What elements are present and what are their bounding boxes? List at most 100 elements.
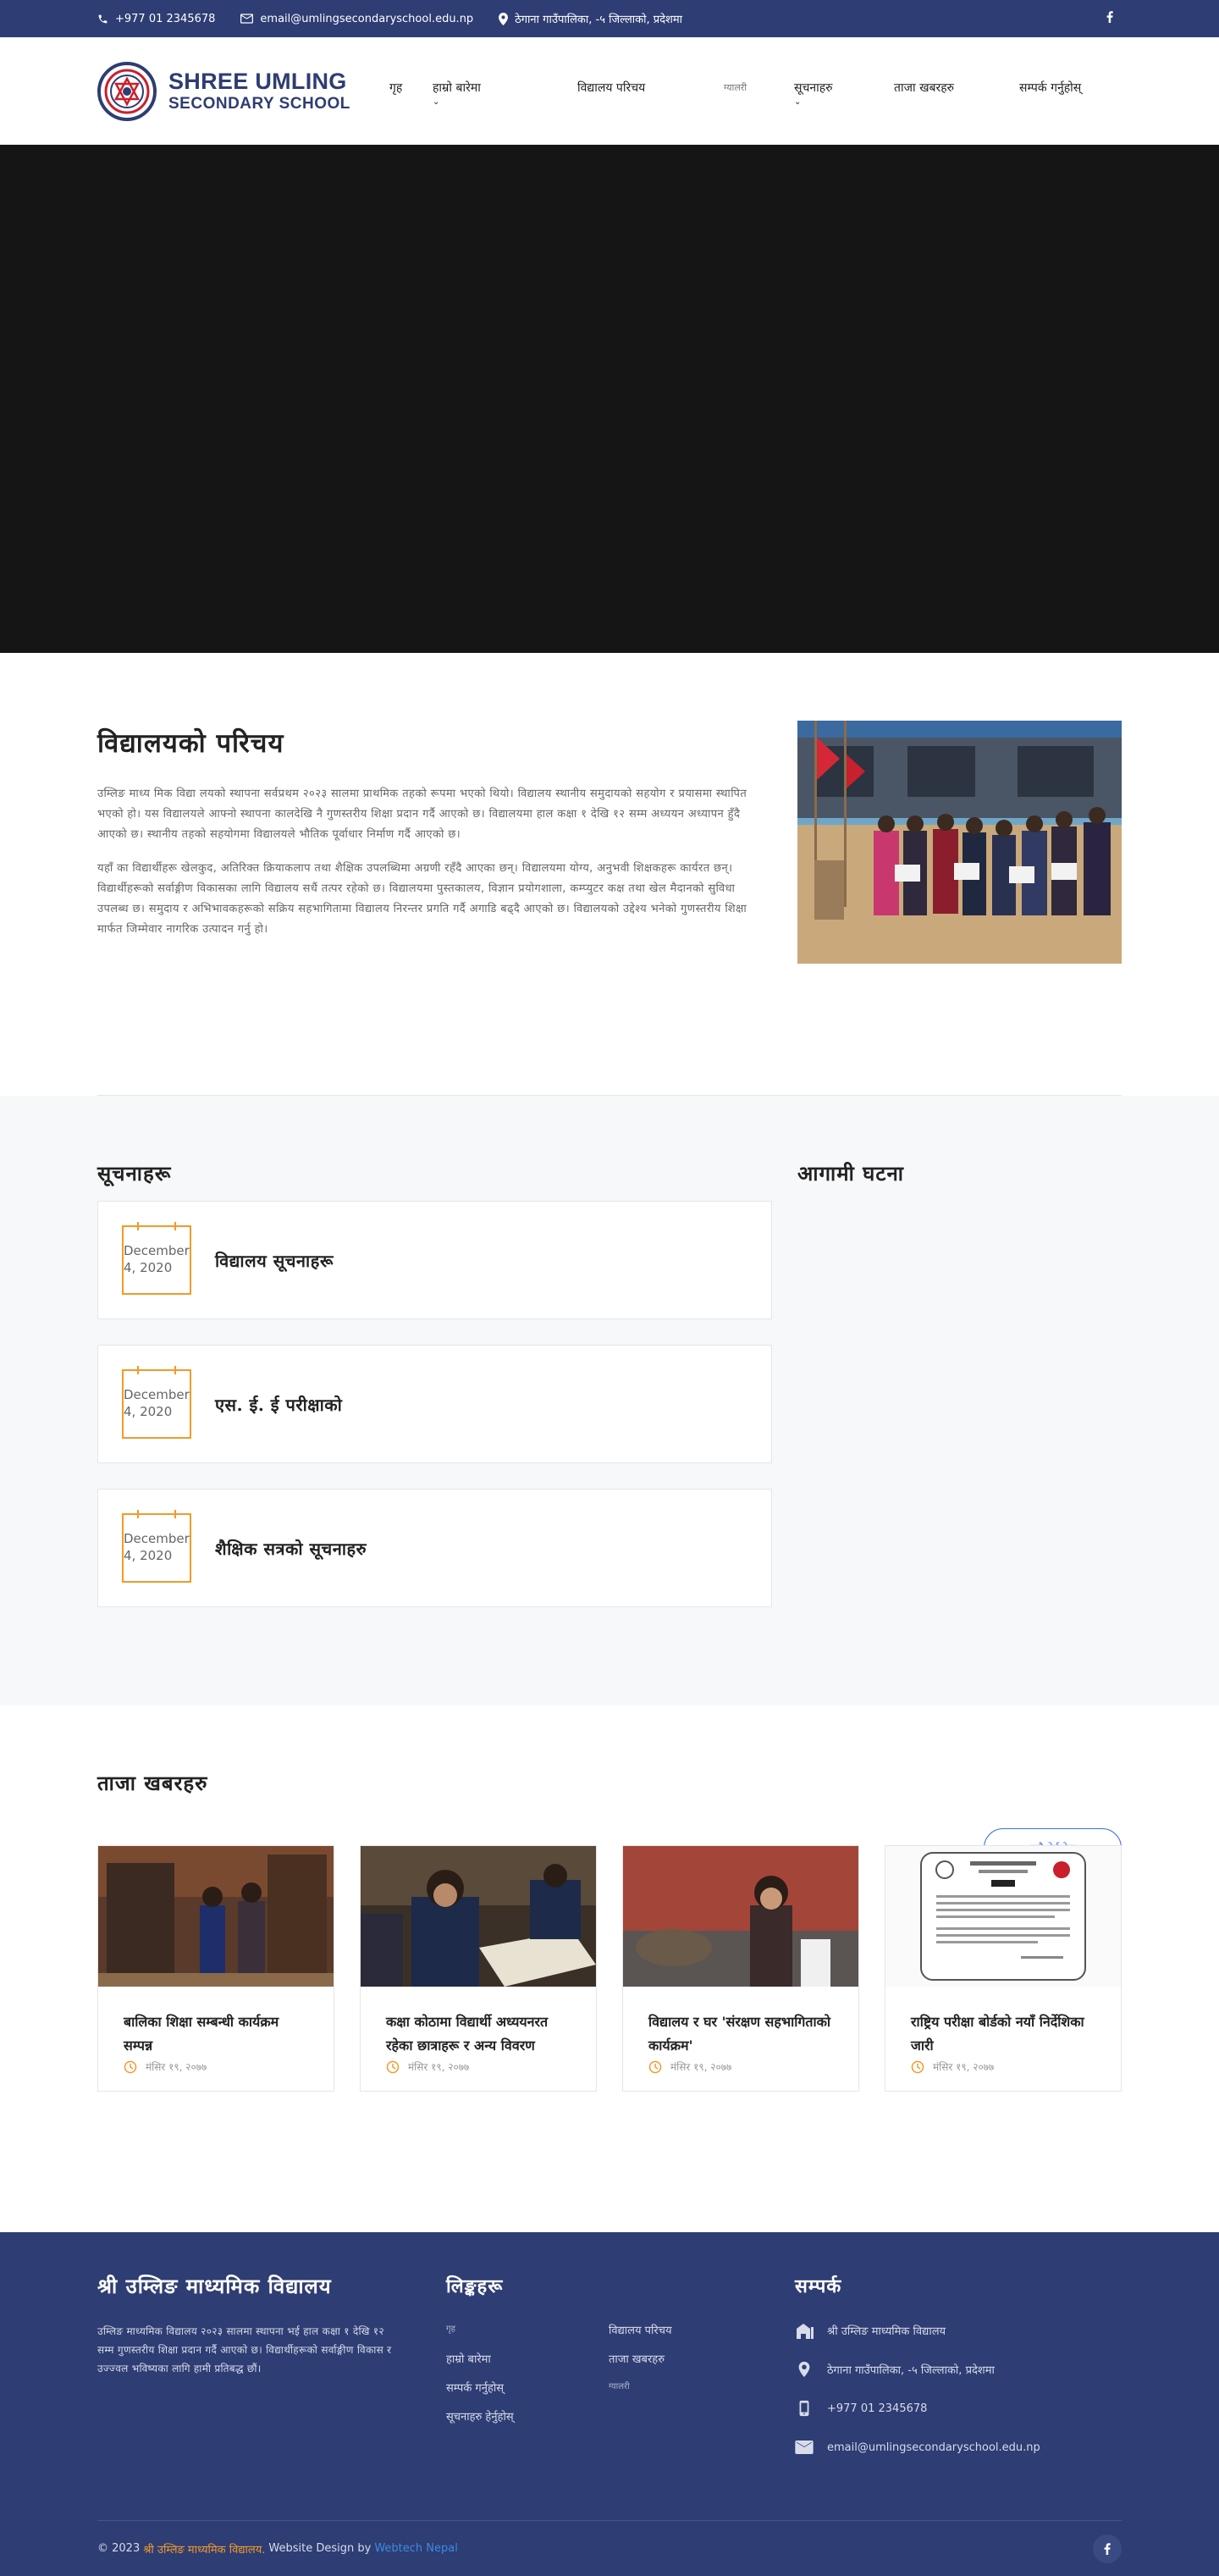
footer-contact-address: ठेगाना गाउँपालिका, -५ जिल्लाको, प्रदेशमा	[795, 2361, 1040, 2378]
logo-subtitle: SECONDARY SCHOOL	[168, 95, 350, 113]
nav-intro[interactable]: विद्यालय परिचय	[577, 78, 696, 98]
news-headline: विद्यालय र घर 'संरक्षण सहभागिताको कार्यक…	[648, 2014, 831, 2054]
logo-title: SHREE UMLING	[168, 69, 347, 94]
news-card[interactable]: विद्यालय र घर 'संरक्षण सहभागिताको कार्यक…	[622, 1845, 859, 2092]
notice-date: December 4, 2020	[124, 1387, 190, 1419]
notice-item[interactable]: December 4, 2020 शैक्षिक सत्रको सूचनाहरु	[97, 1489, 772, 1607]
nav-intro-label: विद्यालय परिचय	[577, 80, 646, 95]
about-paragraph-2: यहाँ का विद्यार्थीहरू खेलकुद, अतिरिक्त क…	[97, 862, 747, 936]
news-date: मंसिर १९, २०७७	[146, 2061, 207, 2073]
nav-news[interactable]: ताजा खबरहरु	[894, 78, 991, 98]
topbar-address-text: ठेगाना गाउँपालिका, -५ जिल्लाको, प्रदेशमा	[515, 14, 683, 26]
topbar-phone-text: +977 01 2345678	[115, 12, 216, 25]
topbar-email-text: email@umlingsecondaryschool.edu.np	[260, 12, 474, 25]
facebook-icon	[1104, 2542, 1111, 2555]
notice-item[interactable]: December 4, 2020 विद्यालय सूचनाहरू	[97, 1201, 772, 1319]
footer-bottom-bar: © 2023 श्री उम्लिङ माध्यमिक विद्यालय. We…	[97, 2520, 1122, 2576]
notice-title: एस. ई. ई परीक्षाको	[215, 1394, 343, 1415]
footer-contact-email[interactable]: email@umlingsecondaryschool.edu.np	[795, 2439, 1040, 2456]
nav-contact-label: सम्पर्क गर्नुहोस्	[1019, 80, 1082, 95]
footer-contact-title: सम्पर्क	[795, 2275, 842, 2297]
footer-contact-phone[interactable]: +977 01 2345678	[795, 2400, 1040, 2417]
footer-link-notices[interactable]: सूचनाहरु हेर्नुहोस्	[446, 2408, 609, 2424]
clock-icon	[911, 2060, 924, 2073]
nav-gallery-label: ग्यालरी	[724, 81, 747, 93]
footer-description: उम्लिङ माध्यमिक विद्यालय २०२३ सालमा स्था…	[97, 2325, 392, 2374]
footer-facebook-button[interactable]	[1093, 2534, 1122, 2563]
topbar-email[interactable]: email@umlingsecondaryschool.edu.np	[240, 13, 473, 25]
nav-news-label: ताजा खबरहरु	[894, 80, 955, 95]
about-section: विद्यालयको परिचय उम्लिङ माध्य मिक विद्या…	[0, 653, 1219, 1095]
footer-links-title: लिङ्कहरू	[446, 2275, 504, 2297]
news-headline: राष्ट्रिय परीक्षा बोर्डको नयाँ निर्देशिक…	[911, 2014, 1084, 2054]
news-card[interactable]: राष्ट्रिय परीक्षा बोर्डको नयाँ निर्देशिक…	[885, 1845, 1122, 2092]
main-nav: गृह हाम्रो बारेमा ⌄ विद्यालय परिचय ग्यालर…	[389, 78, 1104, 107]
facebook-link[interactable]	[1106, 11, 1113, 26]
nav-notices-label: सूचनाहरु	[794, 80, 833, 95]
news-photo	[623, 1846, 858, 1987]
news-date: मंसिर १९, २०७७	[670, 2061, 732, 2073]
news-headline: कक्षा कोठामा विद्यार्थी अध्ययनरत रहेका छ…	[386, 2014, 549, 2054]
email-icon	[240, 14, 254, 24]
news-photo	[885, 1846, 1121, 1987]
footer-contact-email-text: email@umlingsecondaryschool.edu.np	[827, 2441, 1040, 2454]
hero-banner	[0, 145, 1219, 653]
nav-home[interactable]: गृह	[389, 78, 405, 98]
footer-link-contact[interactable]: सम्पर्क गर्नुहोस्	[446, 2380, 609, 2395]
footer-contact-name: श्री उम्लिङ माध्यमिक विद्यालय	[795, 2322, 1040, 2339]
nav-contact[interactable]: सम्पर्क गर्नुहोस्	[1019, 78, 1104, 98]
notice-title: शैक्षिक सत्रको सूचनाहरु	[215, 1538, 367, 1559]
footer-contact-name-text: श्री उम्लिङ माध्यमिक विद्यालय	[827, 2325, 946, 2338]
news-card[interactable]: कक्षा कोठामा विद्यार्थी अध्ययनरत रहेका छ…	[360, 1845, 597, 2092]
events-column: आगामी घटना	[797, 1159, 904, 1633]
school-emblem-icon	[97, 61, 157, 121]
clock-icon	[124, 2060, 137, 2073]
topbar-phone[interactable]: +977 01 2345678	[97, 13, 215, 25]
nav-about[interactable]: हाम्रो बारेमा ⌄	[433, 78, 549, 107]
chevron-down-icon: ⌄	[794, 97, 802, 107]
facebook-icon	[1106, 11, 1113, 23]
notice-item[interactable]: December 4, 2020 एस. ई. ई परीक्षाको	[97, 1345, 772, 1463]
nav-notices[interactable]: सूचनाहरु ⌄	[794, 78, 866, 107]
footer-school-name: श्री उम्लिङ माध्यमिक विद्यालय	[97, 2274, 332, 2298]
news-date: मंसिर १९, २०७७	[933, 2061, 995, 2073]
footer-link-about[interactable]: हाम्रो बारेमा	[446, 2351, 609, 2366]
location-icon	[798, 2361, 810, 2378]
calendar-icon: December 4, 2020	[122, 1366, 191, 1439]
designer-link[interactable]: Webtech Nepal	[374, 2542, 458, 2555]
news-date: मंसिर १९, २०७७	[408, 2061, 470, 2073]
school-logo[interactable]: SHREE UMLING SECONDARY SCHOOL	[97, 61, 389, 121]
mobile-icon	[799, 2400, 809, 2417]
email-icon	[795, 2441, 814, 2454]
calendar-icon: December 4, 2020	[122, 1222, 191, 1295]
about-title: विद्यालयको परिचय	[97, 728, 284, 759]
clock-icon	[648, 2060, 662, 2073]
footer-link-intro[interactable]: विद्यालय परिचय	[609, 2322, 771, 2337]
news-section: ताजा खबरहरु सबै हेर्नुहोस् बालिका शिक्षा	[0, 1705, 1219, 2232]
notice-title: विद्यालय सूचनाहरू	[215, 1250, 334, 1271]
news-grid: बालिका शिक्षा सम्बन्धी कार्यक्रम सम्पन्न…	[97, 1845, 1122, 2092]
news-photo	[98, 1846, 334, 1987]
nav-about-label: हाम्रो बारेमा	[433, 80, 481, 95]
top-bar: +977 01 2345678 email@umlingsecondarysch…	[0, 0, 1219, 37]
chevron-down-icon: ⌄	[433, 97, 440, 107]
notices-section: सूचनाहरू December 4, 2020 विद्यालय सूचना…	[0, 1096, 1219, 1705]
copyright-school-link[interactable]: श्री उम्लिङ माध्यमिक विद्यालय.	[143, 2541, 265, 2557]
footer-contact-address-text: ठेगाना गाउँपालिका, -५ जिल्लाको, प्रदेशमा	[827, 2364, 995, 2377]
news-photo	[361, 1846, 596, 1987]
students-photo	[797, 721, 1122, 964]
footer-link-gallery[interactable]: ग्यालरी	[609, 2380, 771, 2395]
building-icon	[797, 2324, 814, 2339]
footer-link-news[interactable]: ताजा खबरहरु	[609, 2351, 771, 2366]
nav-gallery[interactable]: ग्यालरी	[724, 78, 766, 98]
about-paragraph-1: उम्लिङ माध्य मिक विद्या लयको स्थापना सर्…	[97, 788, 747, 841]
site-header: SHREE UMLING SECONDARY SCHOOL गृह हाम्रो…	[0, 37, 1219, 145]
footer-link-home[interactable]: गृह	[446, 2322, 609, 2337]
notices-title: सूचनाहरू	[97, 1161, 172, 1186]
site-footer: श्री उम्लिङ माध्यमिक विद्यालय उम्लिङ माध…	[0, 2232, 1219, 2576]
news-headline: बालिका शिक्षा सम्बन्धी कार्यक्रम सम्पन्न	[124, 2014, 279, 2054]
footer-contact-phone-text: +977 01 2345678	[827, 2402, 928, 2415]
news-card[interactable]: बालिका शिक्षा सम्बन्धी कार्यक्रम सम्पन्न…	[97, 1845, 334, 2092]
clock-icon	[386, 2060, 400, 2073]
footer-links: गृह विद्यालय परिचय हाम्रो बारेमा ताजा खब…	[446, 2322, 795, 2424]
